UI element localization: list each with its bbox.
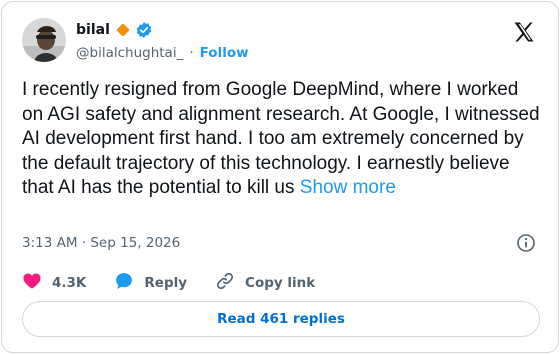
copy-link-button[interactable]: Copy link bbox=[215, 271, 315, 295]
author-name-row: bilal bbox=[76, 21, 153, 39]
reply-bubble-icon bbox=[114, 271, 134, 295]
reply-label: Reply bbox=[144, 275, 188, 291]
read-replies-label: Read 461 replies bbox=[217, 311, 345, 327]
heart-icon bbox=[22, 271, 42, 295]
tweet-timestamp-row: 3:13 AM · Sep 15, 2026 bbox=[22, 234, 180, 252]
avatar-image bbox=[22, 18, 66, 62]
copy-link-label: Copy link bbox=[245, 275, 316, 291]
author-name[interactable]: bilal bbox=[76, 22, 110, 38]
author-handle[interactable]: @bilalchughtai_ bbox=[76, 45, 183, 61]
show-more-link[interactable]: Show more bbox=[300, 177, 396, 198]
like-count: 4.3K bbox=[52, 275, 87, 291]
link-icon bbox=[215, 271, 235, 295]
tweet-timestamp[interactable]: 3:13 AM · Sep 15, 2026 bbox=[22, 235, 180, 251]
verified-check-icon[interactable] bbox=[135, 21, 153, 39]
separator-dot: · bbox=[189, 45, 194, 61]
read-replies-button[interactable]: Read 461 replies bbox=[22, 301, 540, 337]
x-logo-icon[interactable] bbox=[512, 20, 536, 44]
tweet-body: I recently resigned from Google DeepMind… bbox=[22, 79, 540, 198]
tweet-actions: 4.3K Reply Copy link bbox=[22, 272, 343, 294]
tweet-card: bilal @bilalchughtai_ · Follow I recentl… bbox=[1, 1, 559, 353]
avatar[interactable] bbox=[22, 18, 66, 62]
like-button[interactable]: 4.3K bbox=[22, 271, 86, 295]
author-handle-row: @bilalchughtai_ · Follow bbox=[76, 44, 249, 62]
tweet-text: I recently resigned from Google DeepMind… bbox=[22, 78, 542, 201]
reply-button[interactable]: Reply bbox=[114, 271, 187, 295]
orange-diamond-icon bbox=[115, 22, 131, 38]
info-icon[interactable] bbox=[516, 233, 536, 253]
follow-button[interactable]: Follow bbox=[200, 45, 249, 61]
